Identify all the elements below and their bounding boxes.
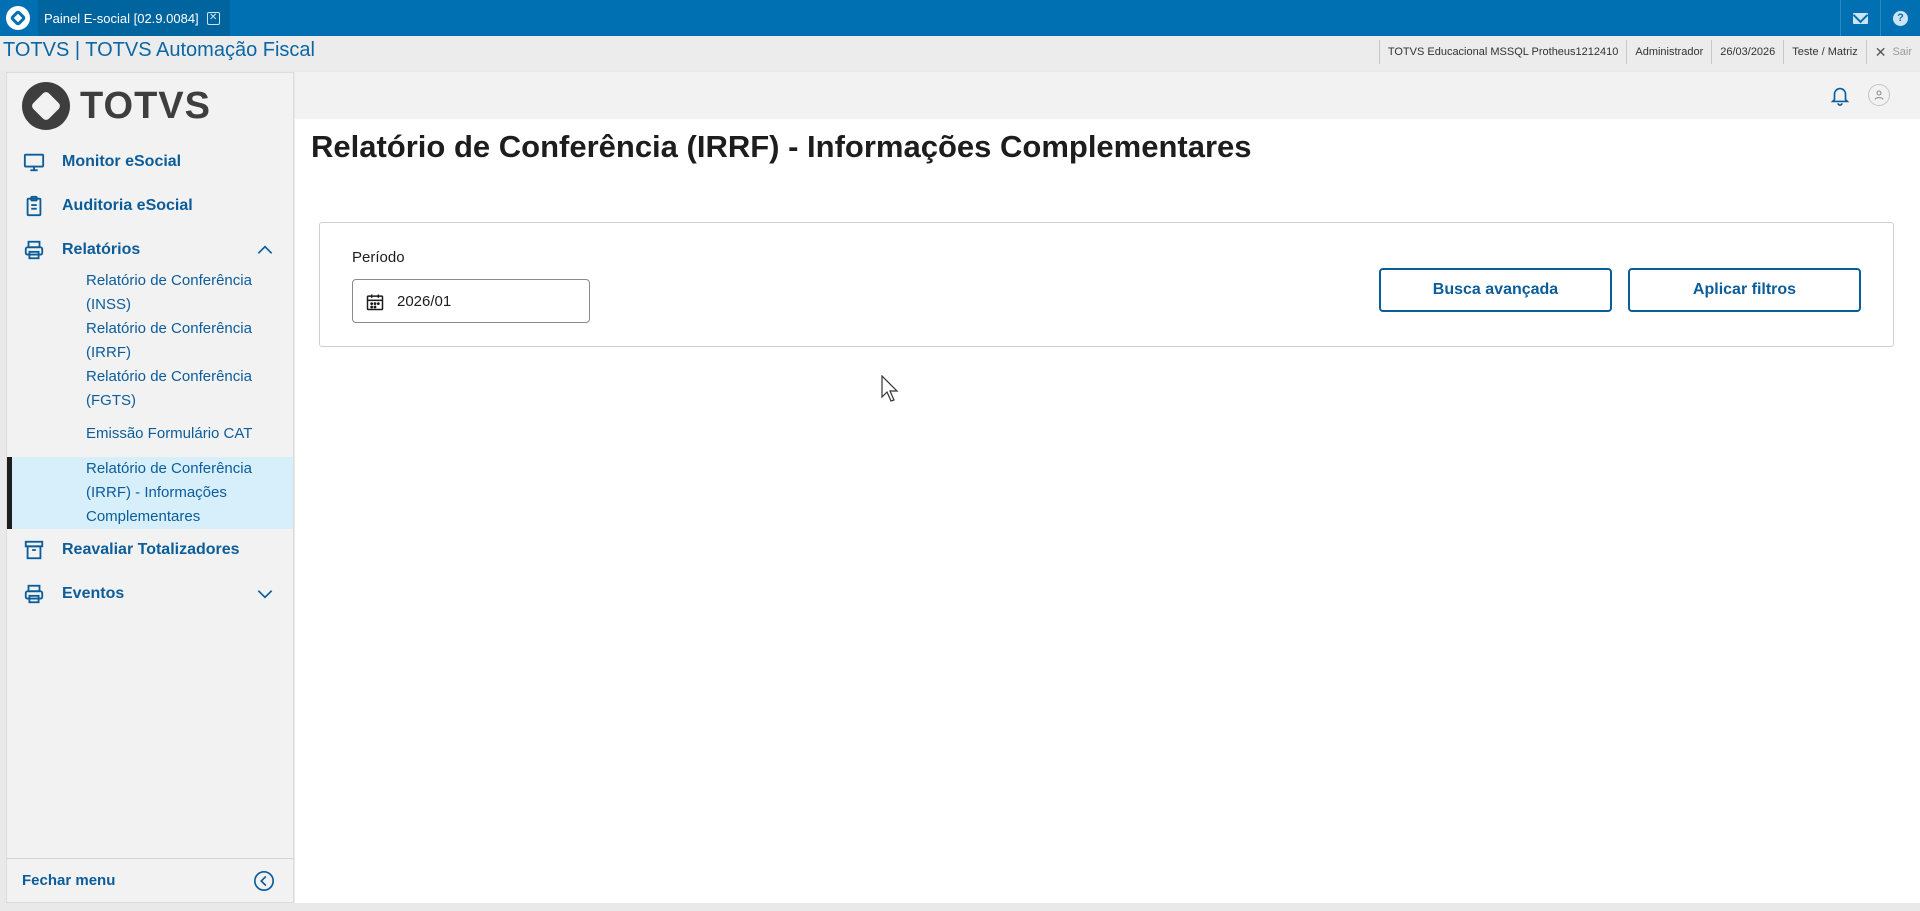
subitem-line: Relatório de Conferência: [86, 320, 252, 337]
advanced-search-button[interactable]: Busca avançada: [1379, 268, 1612, 312]
main-header: [295, 72, 1920, 119]
sidebar-subitem-conferencia-fgts[interactable]: Relatório de Conferência (FGTS): [7, 365, 293, 413]
mail-icon: [1853, 12, 1868, 24]
sidebar-subitem-conferencia-inss[interactable]: Relatório de Conferência (INSS): [7, 269, 293, 317]
subitem-line: (INSS): [86, 296, 131, 313]
tab-label: Painel E-social [02.9.0084]: [44, 10, 199, 26]
app-logo-icon: [0, 0, 36, 36]
sidebar-item-relatorios[interactable]: Relatórios: [7, 235, 293, 265]
main-content: Relatório de Conferência (IRRF) - Inform…: [295, 72, 1920, 903]
sidebar-item-label: Relatórios: [62, 241, 141, 258]
help-icon: ?: [1893, 10, 1908, 26]
sidebar-item-label: Monitor eSocial: [62, 153, 182, 170]
sidebar-subitem-conferencia-irrf[interactable]: Relatório de Conferência (IRRF): [7, 317, 293, 365]
top-bar: Painel E-social [02.9.0084] ✕ ?: [0, 0, 1920, 36]
sidebar-item-label: Auditoria eSocial: [62, 197, 193, 214]
date-label: 26/03/2026: [1711, 40, 1783, 64]
page-title: Relatório de Conferência (IRRF) - Inform…: [311, 129, 1252, 164]
close-icon[interactable]: ✕: [206, 11, 220, 25]
subitem-line: Complementares: [86, 508, 201, 525]
filter-card: Período 2026/01 Busca avançada Aplicar f…: [319, 222, 1894, 347]
chevron-left-circle-icon: [254, 870, 274, 891]
period-label: Período: [352, 249, 405, 266]
subitem-line: (IRRF): [86, 344, 131, 361]
clipboard-icon: [26, 195, 42, 217]
subitem-line: (FGTS): [86, 392, 136, 409]
apply-filters-button[interactable]: Aplicar filtros: [1628, 268, 1861, 312]
printer-icon: [24, 584, 44, 604]
close-icon: ✕: [1874, 43, 1887, 60]
sidebar-item-monitor-esocial[interactable]: Monitor eSocial: [7, 147, 293, 177]
sidebar-item-label: Reavaliar Totalizadores: [62, 541, 240, 558]
sidebar-item-auditoria-esocial[interactable]: Auditoria eSocial: [7, 191, 293, 221]
printer-icon: [24, 240, 44, 260]
sidebar: TOTVS Monitor eSocial Auditoria eSocial …: [6, 72, 294, 903]
app-title: TOTVS | TOTVS Automação Fiscal: [3, 39, 315, 61]
user-label: Administrador: [1626, 40, 1711, 64]
totvs-logo-icon: [22, 82, 70, 130]
subitem-line: Relatório de Conferência: [86, 368, 252, 385]
close-menu-label: Fechar menu: [22, 872, 116, 889]
sidebar-item-reavaliar-totalizadores[interactable]: Reavaliar Totalizadores: [7, 535, 293, 565]
branch-label: Teste / Matriz: [1783, 40, 1865, 64]
mail-button[interactable]: [1840, 0, 1880, 36]
chevron-down-icon[interactable]: [255, 584, 275, 604]
totvs-logo: TOTVS: [22, 81, 211, 131]
period-value: 2026/01: [397, 292, 452, 310]
bell-icon[interactable]: [1829, 83, 1851, 107]
environment-label: TOTVS Educacional MSSQL Protheus1212410: [1378, 40, 1627, 64]
sidebar-subitem-irrf-complementares[interactable]: Relatório de Conferência (IRRF) - Inform…: [7, 457, 293, 529]
calendar-icon[interactable]: [365, 292, 385, 312]
sidebar-item-label: Eventos: [62, 585, 125, 602]
sidebar-item-eventos[interactable]: Eventos: [7, 579, 293, 609]
archive-icon: [24, 540, 44, 560]
chevron-up-icon[interactable]: [255, 240, 275, 260]
subitem-line: Relatório de Conferência: [86, 460, 252, 477]
tab-painel-esocial[interactable]: Painel E-social [02.9.0084] ✕: [38, 0, 230, 36]
avatar[interactable]: [1868, 84, 1890, 106]
exit-label: Sair: [1892, 46, 1912, 58]
period-input[interactable]: 2026/01: [352, 279, 590, 323]
monitor-icon: [23, 153, 45, 172]
logo-text: TOTVS: [80, 84, 211, 127]
exit-button[interactable]: ✕ Sair: [1865, 40, 1920, 64]
subitem-line: (IRRF) - Informações: [86, 484, 227, 501]
close-menu-button[interactable]: Fechar menu: [7, 858, 293, 902]
mouse-cursor-icon: [881, 375, 899, 402]
user-icon: [1874, 90, 1884, 100]
help-button[interactable]: ?: [1880, 0, 1920, 36]
info-bar: TOTVS | TOTVS Automação Fiscal TOTVS Edu…: [0, 36, 1920, 70]
subitem-line: Relatório de Conferência: [86, 272, 252, 289]
sidebar-subitem-emissao-cat[interactable]: Emissão Formulário CAT: [7, 422, 293, 446]
subitem-line: Emissão Formulário CAT: [86, 425, 253, 442]
